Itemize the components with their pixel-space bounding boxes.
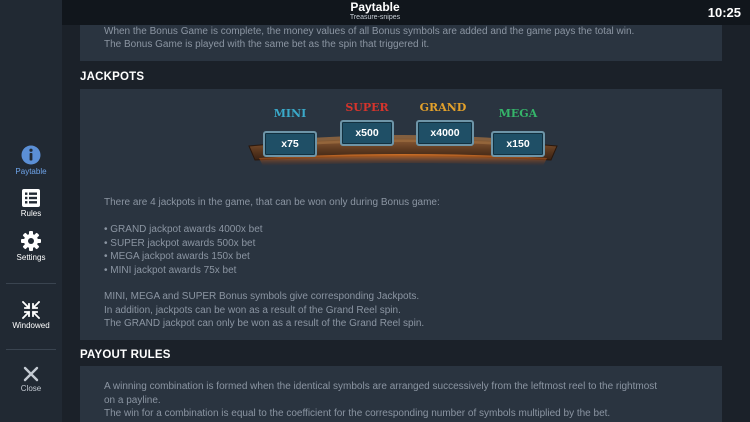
sidebar-item-label: Close xyxy=(20,384,42,393)
jackpot-banner-image: MINI SUPER GRAND MEGA x75 x500 x4000 x15… xyxy=(245,102,561,174)
jackpot-bullet: • MEGA jackpot awards 150x bet xyxy=(104,251,250,262)
list-icon xyxy=(22,189,40,207)
clock: 10:25 xyxy=(707,5,741,20)
jackpot-note: MINI, MEGA and SUPER Bonus symbols give … xyxy=(104,291,420,302)
jackpot-mega-label: MEGA xyxy=(498,107,538,120)
collapse-arrows-icon xyxy=(22,301,40,319)
jackpot-mega-value: x150 xyxy=(506,138,530,150)
sidebar: Paytable Rules Settings Windowed Close xyxy=(0,0,62,422)
jackpots-panel: MINI SUPER GRAND MEGA x75 x500 x4000 x15… xyxy=(80,89,722,340)
jackpot-grand-value: x4000 xyxy=(430,127,460,139)
sidebar-item-close[interactable]: Close xyxy=(0,366,62,394)
sidebar-item-settings[interactable]: Settings xyxy=(0,231,62,263)
jackpot-mega-plate: x150 xyxy=(491,131,545,157)
bonus-game-panel: When the Bonus Game is complete, the mon… xyxy=(80,25,722,61)
bonus-text-line: The Bonus Game is played with the same b… xyxy=(104,39,430,50)
game-name: Treasure-snipes xyxy=(349,14,401,21)
close-icon xyxy=(23,366,39,382)
bonus-text-line: When the Bonus Game is complete, the mon… xyxy=(104,26,635,37)
jackpot-grand-plate: x4000 xyxy=(416,120,474,146)
sidebar-item-label: Windowed xyxy=(12,321,50,330)
info-icon xyxy=(21,145,41,165)
jackpot-bullet: • MINI jackpot awards 75x bet xyxy=(104,264,237,276)
jackpot-super-value: x500 xyxy=(355,127,379,139)
jackpot-mini-label: MINI xyxy=(273,107,307,120)
sidebar-item-label: Settings xyxy=(16,253,46,262)
sidebar-divider xyxy=(6,283,56,284)
sidebar-item-label: Paytable xyxy=(15,167,47,176)
jackpot-bullet: • SUPER jackpot awards 500x bet xyxy=(104,237,256,249)
sidebar-divider xyxy=(6,349,56,350)
payout-text-line: The win for a combination is equal to th… xyxy=(104,408,611,419)
payout-rules-panel: A winning combination is formed when the… xyxy=(80,366,722,422)
paytable-screen: When the Bonus Game is complete, the mon… xyxy=(0,0,750,422)
jackpot-note: The GRAND jackpot can only be won as a r… xyxy=(104,318,425,329)
jackpot-mini-value: x75 xyxy=(281,138,299,150)
jackpot-grand-label: GRAND xyxy=(419,101,467,114)
jackpot-note: In addition, jackpots can be won as a re… xyxy=(104,304,401,316)
payout-text-line: A winning combination is formed when the… xyxy=(104,381,658,392)
jackpot-bullet: • GRAND jackpot awards 4000x bet xyxy=(104,224,263,235)
payout-rules-heading: PAYOUT RULES xyxy=(80,349,171,361)
gear-icon xyxy=(21,231,41,251)
jackpot-mini-plate: x75 xyxy=(263,131,317,157)
jackpots-intro: There are 4 jackpots in the game, that c… xyxy=(104,197,440,208)
sidebar-item-label: Rules xyxy=(20,209,42,218)
payout-text-line: on a payline. xyxy=(104,394,161,406)
jackpot-super-plate: x500 xyxy=(340,120,394,146)
jackpots-heading: JACKPOTS xyxy=(80,71,145,83)
sidebar-item-windowed[interactable]: Windowed xyxy=(0,301,62,331)
jackpot-super-label: SUPER xyxy=(345,101,389,114)
sidebar-item-rules[interactable]: Rules xyxy=(0,189,62,219)
paytable-content[interactable]: When the Bonus Game is complete, the mon… xyxy=(62,25,750,422)
sidebar-item-paytable[interactable]: Paytable xyxy=(0,145,62,177)
header-bar: Paytable Treasure-snipes 10:25 xyxy=(0,0,750,25)
